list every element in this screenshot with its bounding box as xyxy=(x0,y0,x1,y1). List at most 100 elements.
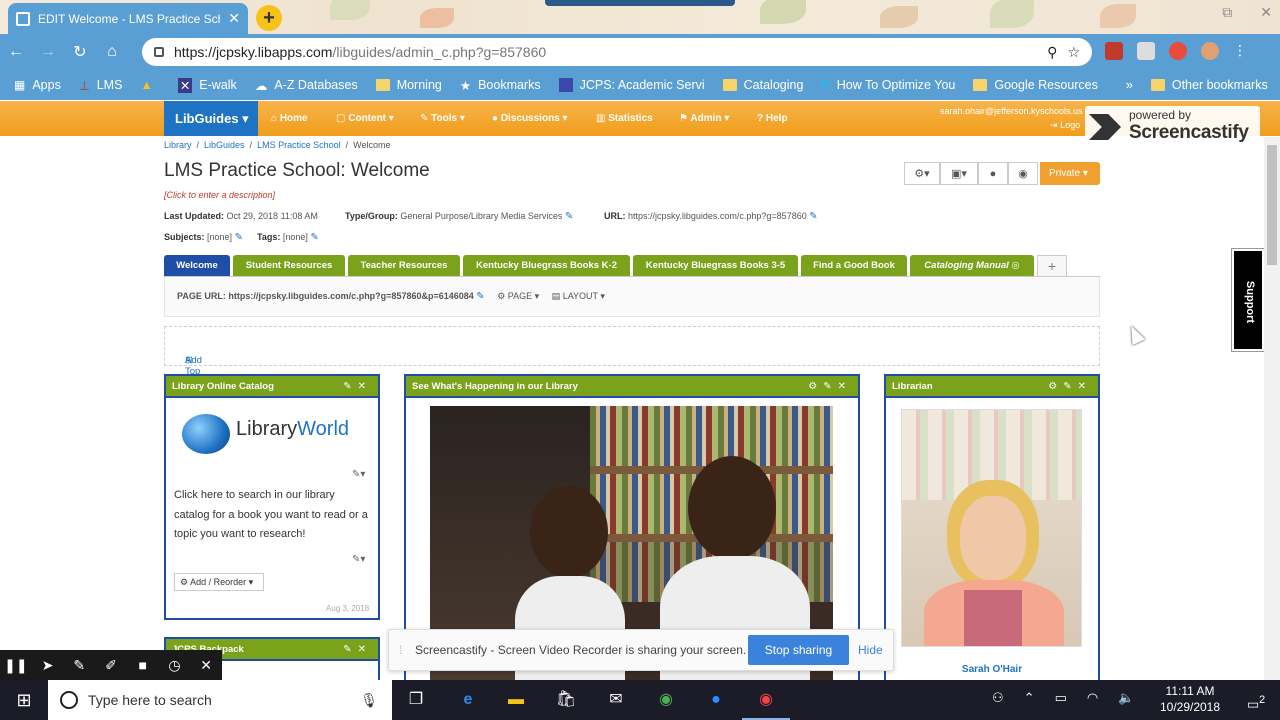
box-header[interactable]: See What's Happening in our Library ⚙✎✕ xyxy=(406,376,858,398)
breadcrumb-library[interactable]: Library xyxy=(164,140,192,150)
pause-icon[interactable]: ❚❚ xyxy=(0,657,32,674)
star-icon[interactable]: ☆ xyxy=(1067,44,1080,61)
chevron-up-icon[interactable]: ⌃ xyxy=(1024,690,1035,706)
zoom-app-icon[interactable]: ● xyxy=(692,680,740,720)
bookmark-item[interactable]: ▲ xyxy=(140,78,159,92)
close-window-icon[interactable]: ✕ xyxy=(1260,4,1272,21)
box-edit-icons[interactable]: ✎✕ xyxy=(343,639,372,661)
librarian-name[interactable]: Sarah O'Hair xyxy=(886,664,1098,675)
timer-icon[interactable]: ◷ xyxy=(159,657,191,674)
back-icon[interactable]: ← xyxy=(0,43,32,61)
edit-pencil-icon[interactable]: ✎ xyxy=(565,211,573,222)
close-icon[interactable]: ✕ xyxy=(190,657,222,674)
gear-icon[interactable]: ⚙▾ xyxy=(904,162,940,185)
breadcrumb-libguides[interactable]: LibGuides xyxy=(204,140,245,150)
chrome-active-icon[interactable]: ◉ xyxy=(742,680,790,720)
file-explorer-icon[interactable]: ▬ xyxy=(492,680,540,720)
bookmark-item[interactable]: Morning xyxy=(375,78,442,92)
box-header[interactable]: Librarian ⚙✎✕ xyxy=(886,376,1098,398)
libraryworld-logo[interactable]: LibraryWorld xyxy=(182,410,367,456)
scrollbar-thumb[interactable] xyxy=(1267,145,1277,265)
box-edit-icons[interactable]: ✎✕ xyxy=(343,376,372,398)
bookmark-item[interactable]: ▦ Apps xyxy=(14,78,61,92)
new-tab-button[interactable]: + xyxy=(256,5,282,31)
bookmark-item[interactable]: ☁ A-Z Databases xyxy=(255,78,358,93)
nav-statistics[interactable]: ▥ Statistics xyxy=(596,101,653,136)
nav-help[interactable]: ? Help xyxy=(757,101,788,136)
menu-icon[interactable]: ⋮ xyxy=(1233,42,1247,60)
edit-pencil-icon[interactable]: ✎ xyxy=(476,291,484,302)
record-icon[interactable] xyxy=(1169,42,1187,60)
preview-eye-icon[interactable]: ◉ xyxy=(1008,162,1038,185)
tab-teacher-resources[interactable]: Teacher Resources xyxy=(348,255,460,277)
comment-icon[interactable]: ● xyxy=(978,162,1008,185)
librarian-photo[interactable] xyxy=(901,409,1082,647)
battery-icon[interactable]: ▭ xyxy=(1055,690,1067,706)
bookmark-item[interactable]: ★ Bookmarks xyxy=(460,78,541,93)
pen-icon[interactable]: ✎ xyxy=(63,657,95,674)
catalog-description[interactable]: Click here to search in our library cata… xyxy=(174,486,370,545)
omnibox[interactable]: https://jcpsky.libapps.com/libguides/adm… xyxy=(142,38,1092,66)
edge-icon[interactable]: e xyxy=(444,680,492,720)
nav-admin[interactable]: ⚑ Admin ▾ xyxy=(679,101,729,136)
box-header[interactable]: Library Online Catalog ✎✕ xyxy=(166,376,378,398)
extension-icon[interactable] xyxy=(1137,42,1155,60)
more-bookmarks[interactable]: » xyxy=(1126,78,1133,92)
volume-icon[interactable]: 🔈 xyxy=(1118,690,1134,706)
tab-kbb-3-5[interactable]: Kentucky Bluegrass Books 3-5 xyxy=(633,255,798,277)
notifications-icon[interactable]: ▭2 xyxy=(1232,680,1280,720)
support-tab[interactable]: Support xyxy=(1231,248,1265,352)
box-edit-icons[interactable]: ⚙✎✕ xyxy=(1048,376,1092,398)
eraser-icon[interactable]: ✐ xyxy=(95,657,127,674)
wifi-icon[interactable]: ◠ xyxy=(1087,690,1098,706)
microphone-icon[interactable]: 🎙 xyxy=(360,692,392,709)
status-private-button[interactable]: Private ▾ xyxy=(1040,162,1100,185)
bookmark-item[interactable]: Google Resources xyxy=(973,78,1098,92)
taskbar-search[interactable]: Type here to search 🎙 xyxy=(48,680,392,720)
edit-pencil-icon[interactable]: ✎ xyxy=(310,232,318,243)
taskbar-clock[interactable]: 11:11 AM 10/29/2018 xyxy=(1150,683,1230,715)
extension-icon[interactable] xyxy=(1105,42,1123,60)
nav-tools[interactable]: ✎ Tools ▾ xyxy=(420,101,465,136)
other-bookmarks[interactable]: Other bookmarks xyxy=(1150,78,1268,92)
page-scrollbar[interactable] xyxy=(1264,137,1280,680)
page-title[interactable]: LMS Practice School: Welcome xyxy=(164,160,430,182)
layout-menu[interactable]: ▤ LAYOUT ▾ xyxy=(552,291,605,301)
tab-kbb-k2[interactable]: Kentucky Bluegrass Books K-2 xyxy=(463,255,630,277)
browser-tab-active[interactable]: EDIT Welcome - LMS Practice Scho ✕ xyxy=(8,3,248,34)
tab-cataloging-manual[interactable]: Cataloging Manual ◎ xyxy=(910,255,1034,277)
bookmark-item[interactable]: Cataloging xyxy=(722,78,803,92)
camera-icon[interactable]: ■ xyxy=(127,657,159,673)
restore-icon[interactable]: ⧉ xyxy=(1222,4,1232,21)
logout-link[interactable]: ⇥ Logo xyxy=(940,118,1083,132)
people-icon[interactable]: ⚇ xyxy=(992,690,1004,706)
profile-avatar[interactable] xyxy=(1201,42,1219,60)
bookmark-item[interactable]: ✕ E-walk xyxy=(177,77,237,93)
reload-icon[interactable]: ↻ xyxy=(64,42,96,62)
drag-handle-icon[interactable]: ⁞ xyxy=(399,643,402,657)
libguides-brand-menu[interactable]: LibGuides ▾ xyxy=(164,101,258,136)
stop-sharing-button[interactable]: Stop sharing xyxy=(748,635,849,665)
cursor-icon[interactable]: ➤ xyxy=(32,657,64,674)
description-prompt[interactable]: [Click to enter a description] xyxy=(164,190,275,200)
store-icon[interactable]: 🛍 xyxy=(542,680,590,720)
add-tab-button[interactable]: + xyxy=(1037,255,1067,277)
add-reorder-button[interactable]: ⚙ Add / Reorder ▾ xyxy=(174,573,264,591)
forward-icon[interactable]: → xyxy=(32,43,64,61)
nav-discussions[interactable]: ● Discussions ▾ xyxy=(492,101,568,136)
mail-icon[interactable]: ✉ xyxy=(592,680,640,720)
bookmark-item[interactable]: JCPS: Academic Servi xyxy=(558,78,705,92)
bookmark-item[interactable]: P How To Optimize You xyxy=(821,78,955,92)
nav-home[interactable]: ⌂ Home xyxy=(271,101,308,136)
tab-student-resources[interactable]: Student Resources xyxy=(233,255,345,277)
image-icon[interactable]: ▣▾ xyxy=(940,162,978,185)
zoom-icon[interactable]: ⚲ xyxy=(1047,44,1057,61)
edit-item-icon[interactable]: ✎▾ xyxy=(352,554,365,565)
page-menu[interactable]: ⚙ PAGE ▾ xyxy=(497,291,539,301)
edit-pencil-icon[interactable]: ✎ xyxy=(235,232,243,243)
chrome-app-icon[interactable]: ◉ xyxy=(642,680,690,720)
bookmark-item[interactable]: ⊥ LMS xyxy=(79,78,123,93)
tab-welcome[interactable]: Welcome xyxy=(164,255,230,277)
hide-button[interactable]: Hide xyxy=(858,643,883,657)
box-edit-icons[interactable]: ⚙✎✕ xyxy=(808,376,852,398)
